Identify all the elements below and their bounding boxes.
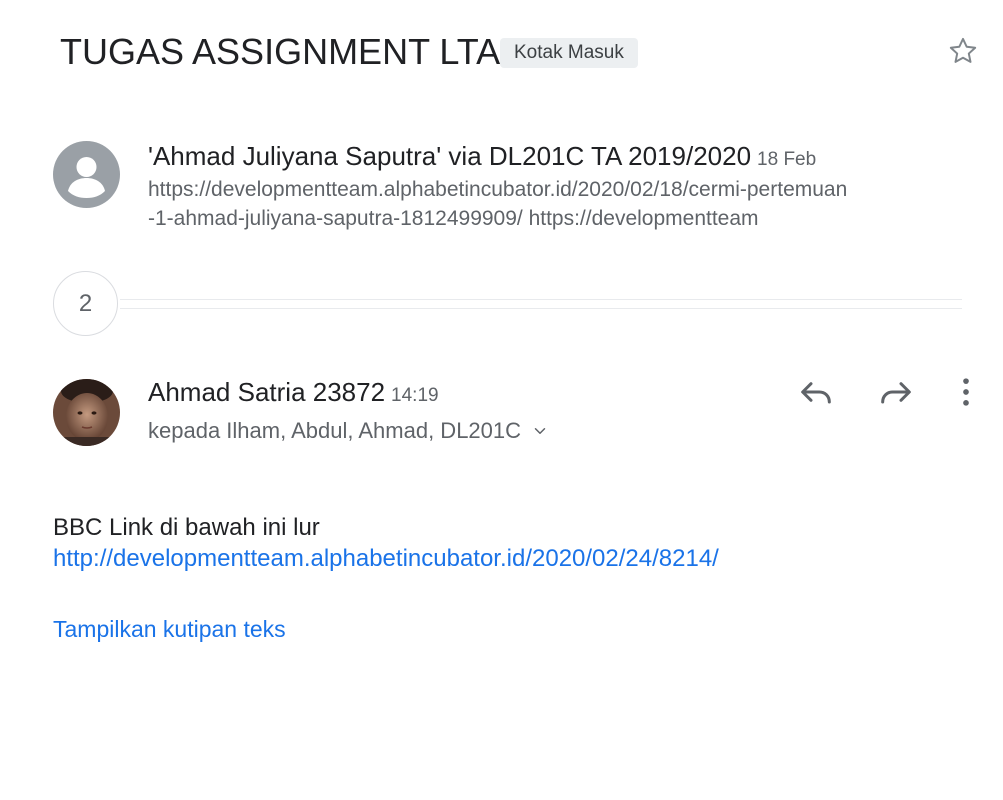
collapsed-messages-count[interactable]: 2 — [53, 271, 118, 336]
forward-icon[interactable] — [876, 372, 916, 412]
message-time: 14:19 — [391, 385, 439, 406]
message-body-text: BBC Link di bawah ini lur — [53, 514, 320, 541]
reply-icon[interactable] — [796, 372, 836, 412]
recipients-toggle[interactable]: kepada Ilham, Abdul, Ahmad, DL201C — [148, 416, 549, 446]
show-quoted-text-link[interactable]: Tampilkan kutipan teks — [53, 614, 286, 644]
more-vert-icon[interactable] — [946, 372, 986, 412]
star-icon[interactable] — [946, 34, 980, 68]
chevron-down-icon — [534, 428, 546, 434]
message-body-link[interactable]: http://developmentteam.alphabetincubator… — [53, 544, 719, 574]
collapsed-divider — [120, 308, 962, 309]
label-chip-inbox[interactable]: Kotak Masuk — [500, 38, 638, 68]
person-icon — [68, 157, 105, 198]
sender-name: 'Ahmad Juliyana Saputra' via DL201C TA 2… — [148, 141, 752, 171]
message-snippet[interactable]: https://developmentteam.alphabetincubato… — [148, 175, 968, 233]
avatar[interactable] — [53, 141, 120, 208]
message-header[interactable]: Ahmad Satria 23872 14:19 — [148, 376, 439, 412]
snippet-line: -1-ahmad-juliyana-saputra-1812499909/ ht… — [148, 207, 759, 230]
recipients-text: kepada Ilham, Abdul, Ahmad, DL201C — [148, 418, 522, 443]
message-header[interactable]: 'Ahmad Juliyana Saputra' via DL201C TA 2… — [148, 140, 816, 176]
profile-photo — [53, 379, 120, 446]
sender-name: Ahmad Satria 23872 — [148, 377, 386, 407]
avatar[interactable] — [53, 379, 120, 446]
collapsed-divider — [120, 299, 962, 300]
email-subject: TUGAS ASSIGNMENT LTAI — [60, 31, 511, 72]
snippet-line: https://developmentteam.alphabetincubato… — [148, 178, 848, 201]
message-date: 18 Feb — [757, 149, 817, 170]
